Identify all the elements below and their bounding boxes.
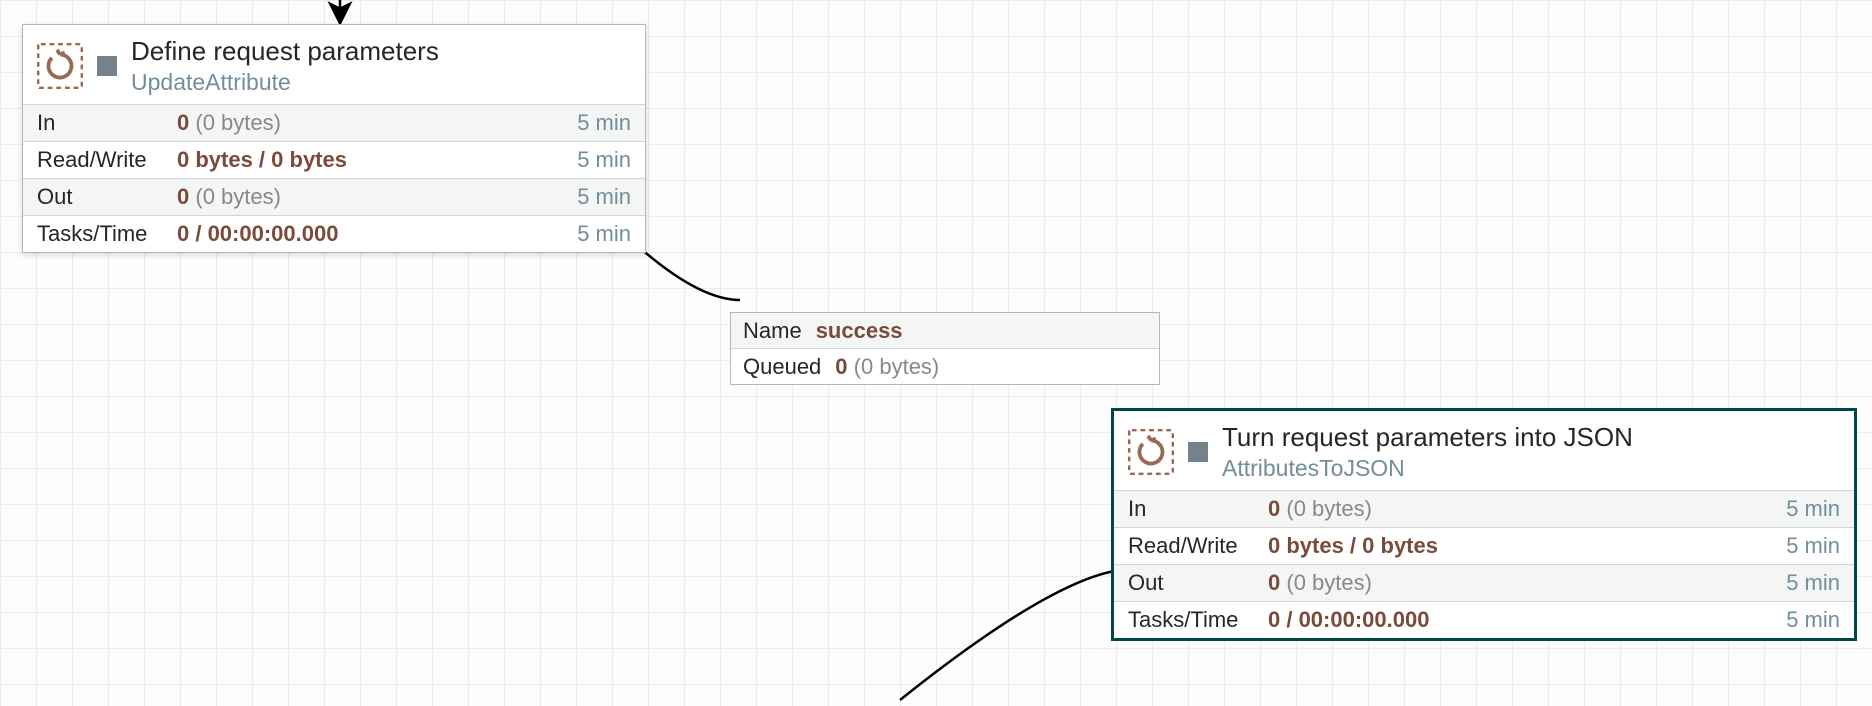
processor-stats: In 0 (0 bytes) 5 min Read/Write 0 bytes … bbox=[1114, 490, 1854, 638]
processor-type: AttributesToJSON bbox=[1222, 454, 1633, 483]
stat-row-out: Out 0 (0 bytes) 5 min bbox=[1114, 564, 1854, 601]
processor-header: Define request parameters UpdateAttribut… bbox=[23, 25, 645, 104]
connection-label[interactable]: Name success Queued 0 (0 bytes) bbox=[730, 312, 1160, 385]
stat-row-tasks: Tasks/Time 0 / 00:00:00.000 5 min bbox=[1114, 601, 1854, 638]
processor-type: UpdateAttribute bbox=[131, 68, 439, 97]
connection-name-row: Name success bbox=[731, 313, 1159, 348]
stat-row-out: Out 0 (0 bytes) 5 min bbox=[23, 178, 645, 215]
processor-title: Turn request parameters into JSON bbox=[1222, 421, 1633, 454]
stopped-status-icon bbox=[97, 56, 117, 76]
processor-title: Define request parameters bbox=[131, 35, 439, 68]
processor-stats: In 0 (0 bytes) 5 min Read/Write 0 bytes … bbox=[23, 104, 645, 252]
stat-row-readwrite: Read/Write 0 bytes / 0 bytes 5 min bbox=[23, 141, 645, 178]
processor-node-define-request-parameters[interactable]: Define request parameters UpdateAttribut… bbox=[22, 24, 646, 253]
stat-row-in: In 0 (0 bytes) 5 min bbox=[23, 104, 645, 141]
stat-row-readwrite: Read/Write 0 bytes / 0 bytes 5 min bbox=[1114, 527, 1854, 564]
stat-row-in: In 0 (0 bytes) 5 min bbox=[1114, 490, 1854, 527]
processor-icon bbox=[1128, 429, 1174, 475]
stopped-status-icon bbox=[1188, 442, 1208, 462]
connection-queued-row: Queued 0 (0 bytes) bbox=[731, 348, 1159, 384]
stat-row-tasks: Tasks/Time 0 / 00:00:00.000 5 min bbox=[23, 215, 645, 252]
processor-node-turn-request-parameters-into-json[interactable]: Turn request parameters into JSON Attrib… bbox=[1111, 408, 1857, 641]
processor-header: Turn request parameters into JSON Attrib… bbox=[1114, 411, 1854, 490]
processor-icon bbox=[37, 43, 83, 89]
